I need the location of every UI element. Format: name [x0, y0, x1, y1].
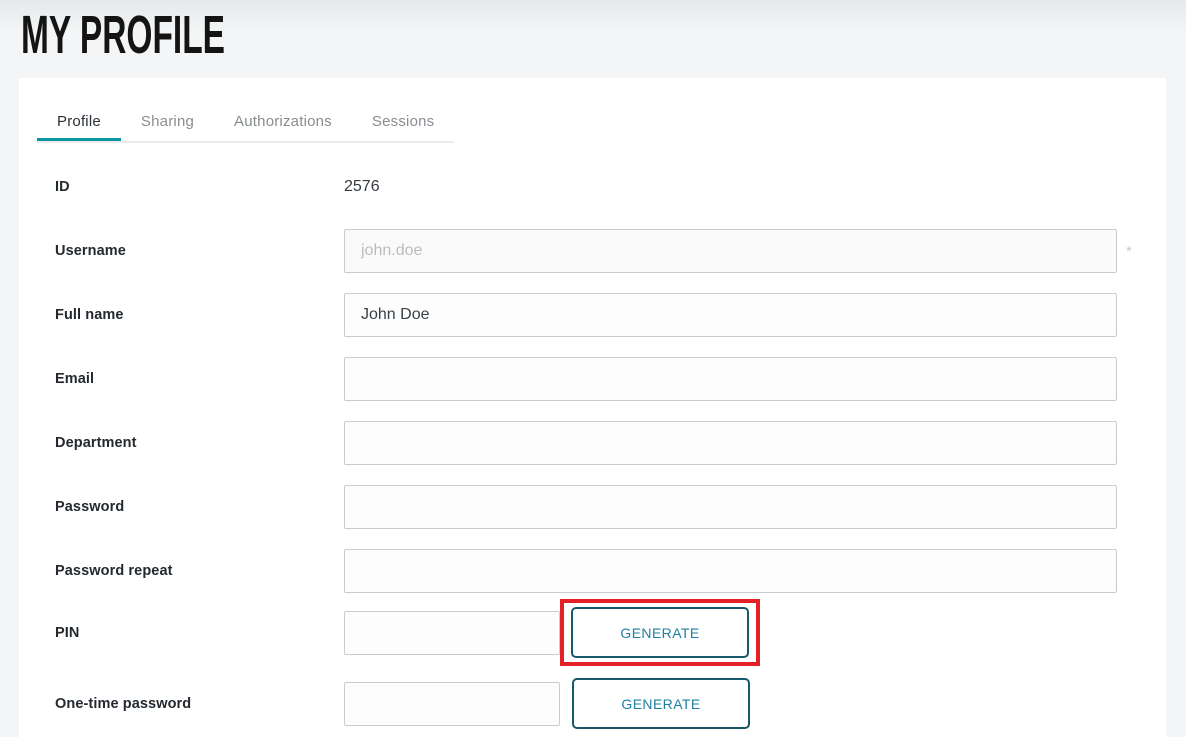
department-input[interactable]: [344, 421, 1117, 465]
page-title: MY PROFILE: [21, 4, 225, 66]
password-label: Password: [55, 499, 344, 515]
email-input[interactable]: [344, 357, 1117, 401]
profile-form: ID 2576 Username * Full name Email Depar…: [19, 143, 1166, 729]
tab-profile[interactable]: Profile: [37, 104, 121, 141]
department-label: Department: [55, 435, 344, 451]
form-row-username: Username *: [55, 229, 1166, 273]
id-label: ID: [55, 179, 344, 195]
tab-authorizations[interactable]: Authorizations: [214, 104, 352, 141]
tab-sharing[interactable]: Sharing: [121, 104, 214, 141]
tab-bar: Profile Sharing Authorizations Sessions: [37, 78, 454, 143]
form-row-password: Password: [55, 485, 1166, 529]
red-highlight-annotation: GENERATE: [560, 599, 760, 666]
profile-card: Profile Sharing Authorizations Sessions …: [19, 78, 1166, 737]
form-row-pin: PIN GENERATE: [55, 599, 1166, 666]
fullname-label: Full name: [55, 307, 344, 323]
fullname-input[interactable]: [344, 293, 1117, 337]
password-repeat-label: Password repeat: [55, 563, 344, 579]
username-input[interactable]: [344, 229, 1117, 273]
password-repeat-input[interactable]: [344, 549, 1117, 593]
id-value: 2576: [344, 178, 380, 196]
username-label: Username: [55, 243, 344, 259]
form-row-id: ID 2576: [55, 165, 1166, 209]
form-row-fullname: Full name: [55, 293, 1166, 337]
pin-generate-button[interactable]: GENERATE: [571, 607, 749, 658]
form-row-otp: One-time password GENERATE: [55, 678, 1166, 729]
tab-sessions[interactable]: Sessions: [352, 104, 454, 141]
form-row-department: Department: [55, 421, 1166, 465]
pin-input[interactable]: [344, 611, 560, 655]
email-label: Email: [55, 371, 344, 387]
required-marker: *: [1126, 243, 1132, 260]
form-row-password-repeat: Password repeat: [55, 549, 1166, 593]
otp-label: One-time password: [55, 696, 344, 712]
pin-label: PIN: [55, 625, 344, 641]
otp-generate-button[interactable]: GENERATE: [572, 678, 750, 729]
password-input[interactable]: [344, 485, 1117, 529]
form-row-email: Email: [55, 357, 1166, 401]
otp-input[interactable]: [344, 682, 560, 726]
